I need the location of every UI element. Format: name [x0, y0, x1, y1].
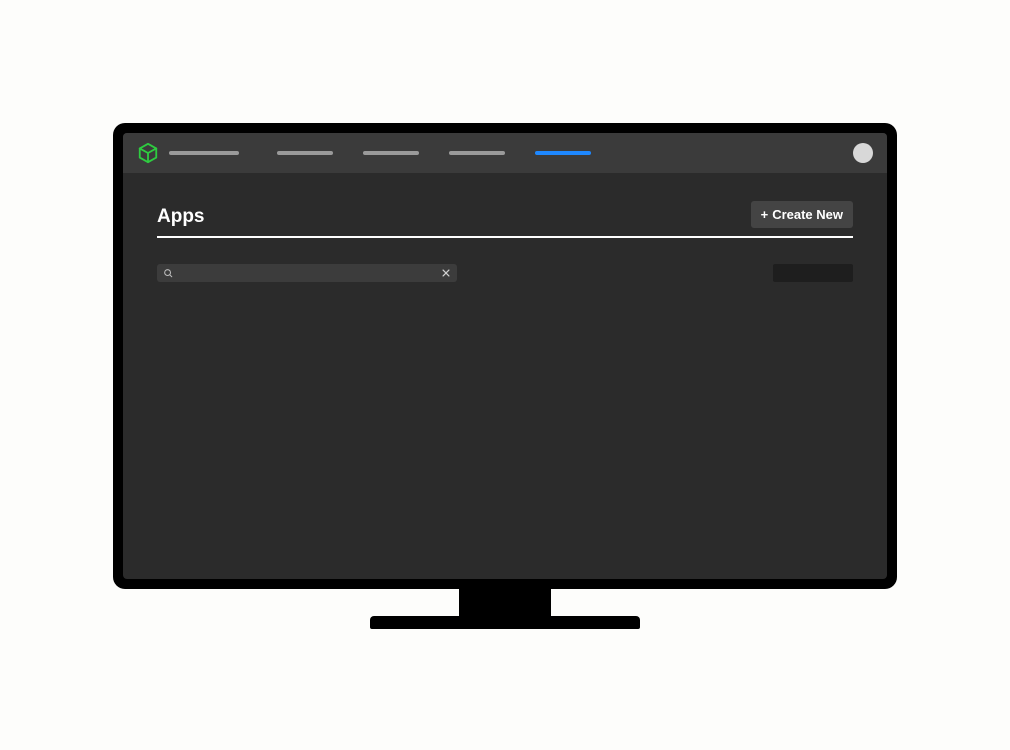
nav-items: [277, 151, 591, 155]
page-header: Apps + Create New: [157, 201, 853, 228]
cube-logo-icon: [137, 142, 159, 164]
nav-item-3[interactable]: [449, 151, 505, 155]
filter-control[interactable]: [773, 264, 853, 282]
app-screen: Apps + Create New: [123, 133, 887, 579]
create-new-button[interactable]: + Create New: [751, 201, 853, 228]
nav-item-1[interactable]: [277, 151, 333, 155]
monitor-stand-base: [370, 616, 640, 629]
user-avatar[interactable]: [853, 143, 873, 163]
content-area: Apps + Create New: [123, 173, 887, 579]
plus-icon: +: [761, 208, 769, 221]
search-input[interactable]: [173, 268, 441, 279]
create-new-label: Create New: [772, 207, 843, 222]
brand-text-placeholder: [169, 151, 239, 155]
nav-item-2[interactable]: [363, 151, 419, 155]
toolbar-row: [157, 264, 853, 282]
search-icon: [163, 268, 173, 278]
search-field[interactable]: [157, 264, 457, 282]
header-divider: [157, 236, 853, 238]
monitor-stand-neck: [459, 589, 551, 616]
page-title: Apps: [157, 206, 205, 228]
monitor-frame: Apps + Create New: [113, 123, 897, 589]
close-icon[interactable]: [441, 268, 451, 278]
nav-item-4-active[interactable]: [535, 151, 591, 155]
top-nav: [123, 133, 887, 173]
